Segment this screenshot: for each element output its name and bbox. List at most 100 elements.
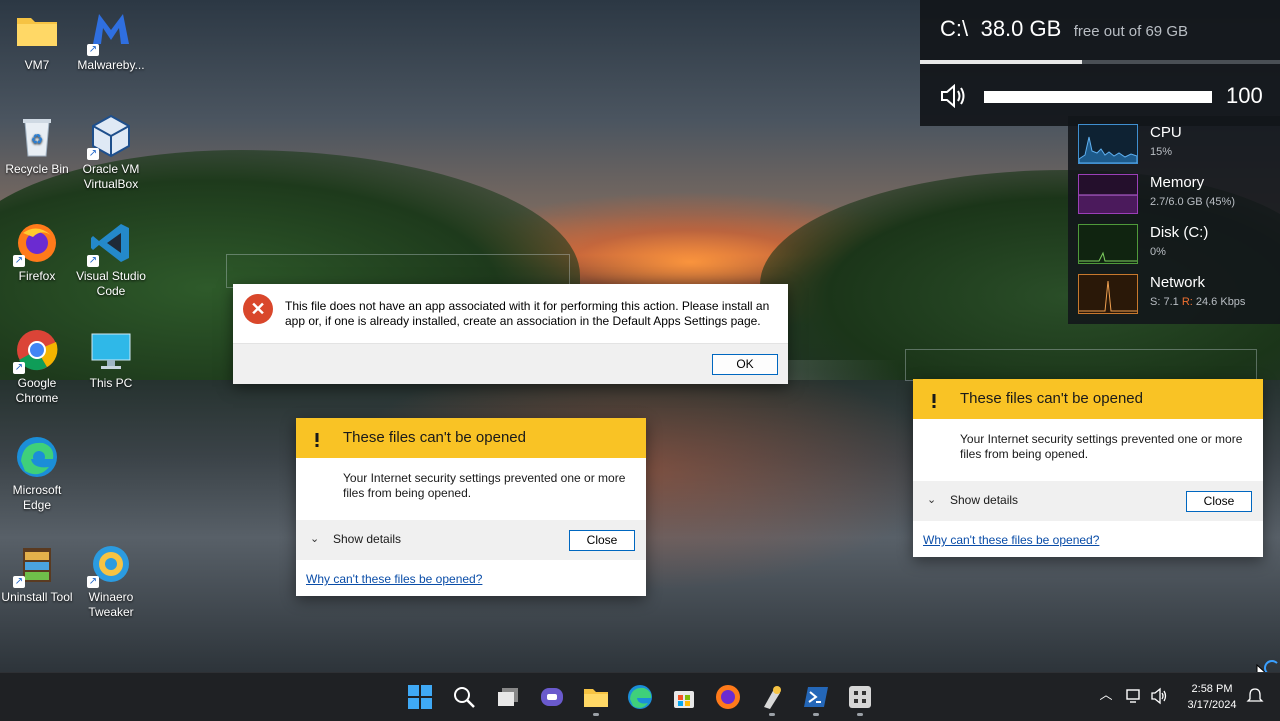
- disk-graph: [1078, 224, 1138, 264]
- dialog-title: These files can't be opened: [960, 390, 1143, 407]
- clock-date: 3/17/2024: [1187, 699, 1237, 711]
- drive-usage-fill: [920, 60, 1082, 64]
- network-send-value: 7.1: [1163, 296, 1179, 308]
- error-message: This file does not have an app associate…: [285, 299, 770, 328]
- desktop-icon-label: Google Chrome: [15, 376, 59, 405]
- cpu-graph: [1078, 124, 1138, 164]
- shortcut-arrow-icon: ↗: [13, 255, 25, 267]
- perf-label: Memory: [1150, 174, 1205, 191]
- network-graph: [1078, 274, 1138, 314]
- show-details-toggle[interactable]: Show details: [333, 532, 401, 546]
- task-view-icon[interactable]: [494, 683, 522, 711]
- perf-value: 15%: [1150, 146, 1173, 158]
- firefox-icon[interactable]: [714, 683, 742, 711]
- desktop-icon-edge[interactable]: Microsoft Edge: [0, 435, 74, 513]
- desktop-icon-uninstall-tool[interactable]: ↗ Uninstall Tool: [0, 542, 74, 605]
- desktop-icon-this-pc[interactable]: This PC: [74, 328, 148, 391]
- drive-free-space: 38.0 GB: [980, 16, 1062, 41]
- dialog-body: Your Internet security settings prevente…: [296, 458, 646, 520]
- drive-space-widget: C:\ 38.0 GB free out of 69 GB 100: [920, 0, 1280, 126]
- desktop-icon-label: Visual Studio Code: [76, 269, 146, 298]
- desktop-icon-virtualbox[interactable]: ↗ Oracle VM VirtualBox: [74, 114, 148, 192]
- show-details-toggle[interactable]: Show details: [950, 493, 1018, 507]
- chevron-up-icon[interactable]: ︿: [1097, 687, 1115, 705]
- shortcut-arrow-icon: ↗: [87, 44, 99, 56]
- files-blocked-dialog: These files can't be opened Your Interne…: [296, 418, 646, 596]
- chevron-down-icon[interactable]: ⌄: [310, 532, 319, 545]
- desktop-icon-vscode[interactable]: ↗ Visual Studio Code: [74, 221, 148, 299]
- perf-row-network: Network S: 7.1 R: 24.6 Kbps: [1078, 274, 1278, 316]
- desktop-icon-label: Oracle VM VirtualBox: [82, 162, 140, 191]
- start-icon[interactable]: [406, 683, 434, 711]
- details-bar: ⌄ Show details Close: [296, 520, 646, 560]
- close-button[interactable]: Close: [569, 530, 635, 551]
- vscode-icon: ↗: [87, 221, 133, 267]
- chevron-down-icon[interactable]: ⌄: [927, 493, 936, 506]
- svg-text:♻: ♻: [31, 131, 44, 147]
- desktop-icon-winaero-tweaker[interactable]: ↗ Winaero Tweaker: [74, 542, 148, 620]
- network-send-label: S:: [1150, 296, 1161, 308]
- perf-value: S: 7.1 R: 24.6 Kbps: [1150, 296, 1245, 308]
- winaero-tweaker-icon[interactable]: [758, 683, 786, 711]
- volume-slider-fill: [984, 91, 1212, 103]
- memory-graph: [1078, 174, 1138, 214]
- warning-icon: [304, 426, 330, 450]
- perf-row-disk: Disk (C:) 0%: [1078, 224, 1278, 266]
- network-receive-value: 24.6 Kbps: [1195, 296, 1246, 308]
- malwarebytes-icon: ↗: [87, 10, 133, 56]
- file-explorer-icon[interactable]: [582, 683, 610, 711]
- warning-icon: [921, 387, 947, 411]
- volume-slider[interactable]: [984, 91, 1212, 103]
- desktop-icon-recycle-bin[interactable]: ♻ Recycle Bin: [0, 114, 74, 177]
- error-dialog-footer: OK: [233, 343, 788, 384]
- desktop-icon-label: VM7: [24, 58, 50, 72]
- this-pc-icon: [89, 328, 133, 372]
- files-blocked-dialog: These files can't be opened Your Interne…: [913, 379, 1263, 557]
- desktop-icon-label: Firefox: [18, 269, 56, 283]
- drive-usage-bar: [920, 60, 1280, 64]
- perf-value: 0%: [1150, 246, 1166, 258]
- shortcut-arrow-icon: ↗: [87, 576, 99, 588]
- perf-value: 2.7/6.0 GB (45%): [1150, 196, 1235, 208]
- edge-icon: [15, 435, 59, 479]
- virtualbox-icon: ↗: [87, 114, 133, 160]
- chrome-icon: ↗: [13, 328, 59, 374]
- edge-icon[interactable]: [626, 683, 654, 711]
- desktop-icon-label: This PC: [89, 376, 133, 390]
- close-button[interactable]: Close: [1186, 491, 1252, 512]
- chat-icon[interactable]: [538, 683, 566, 711]
- system-clock[interactable]: 2:58 PM 3/17/2024: [1178, 681, 1246, 713]
- clock-time: 2:58 PM: [1191, 683, 1233, 695]
- running-indicator: [769, 713, 775, 716]
- store-icon[interactable]: [670, 683, 698, 711]
- desktop-icon-vm7[interactable]: VM7: [0, 10, 74, 73]
- help-link[interactable]: Why can't these files be opened?: [306, 572, 482, 586]
- search-icon[interactable]: [450, 683, 478, 711]
- dialog-body: Your Internet security settings prevente…: [913, 419, 1263, 481]
- speaker-icon[interactable]: [1150, 687, 1168, 705]
- powershell-icon[interactable]: [802, 683, 830, 711]
- desktop-icon-label: Uninstall Tool: [1, 590, 73, 604]
- help-link[interactable]: Why can't these files be opened?: [923, 533, 1099, 547]
- ok-button[interactable]: OK: [712, 354, 778, 375]
- shortcut-arrow-icon: ↗: [87, 255, 99, 267]
- details-bar: ⌄ Show details Close: [913, 481, 1263, 521]
- app-icon[interactable]: [846, 683, 874, 711]
- desktop-icon-label: Malwareby...: [77, 58, 145, 72]
- desktop-icon-label: Microsoft Edge: [12, 483, 62, 512]
- notification-icon[interactable]: [1246, 687, 1264, 705]
- error-icon: ✕: [243, 294, 273, 324]
- uninstall-tool-icon: ↗: [13, 542, 59, 588]
- desktop-icon-malwarebytes[interactable]: ↗ Malwareby...: [74, 10, 148, 73]
- running-indicator: [857, 713, 863, 716]
- volume-icon[interactable]: [940, 83, 968, 109]
- error-dialog: ✕ This file does not have an app associa…: [233, 284, 788, 384]
- shortcut-arrow-icon: ↗: [13, 576, 25, 588]
- network-icon[interactable]: [1125, 687, 1143, 705]
- perf-label: CPU: [1150, 124, 1182, 141]
- firefox-icon: ↗: [13, 221, 59, 267]
- dialog-header: These files can't be opened: [296, 418, 646, 458]
- network-receive-label: R:: [1181, 296, 1193, 308]
- desktop-icon-firefox[interactable]: ↗ Firefox: [0, 221, 74, 284]
- desktop-icon-chrome[interactable]: ↗ Google Chrome: [0, 328, 74, 406]
